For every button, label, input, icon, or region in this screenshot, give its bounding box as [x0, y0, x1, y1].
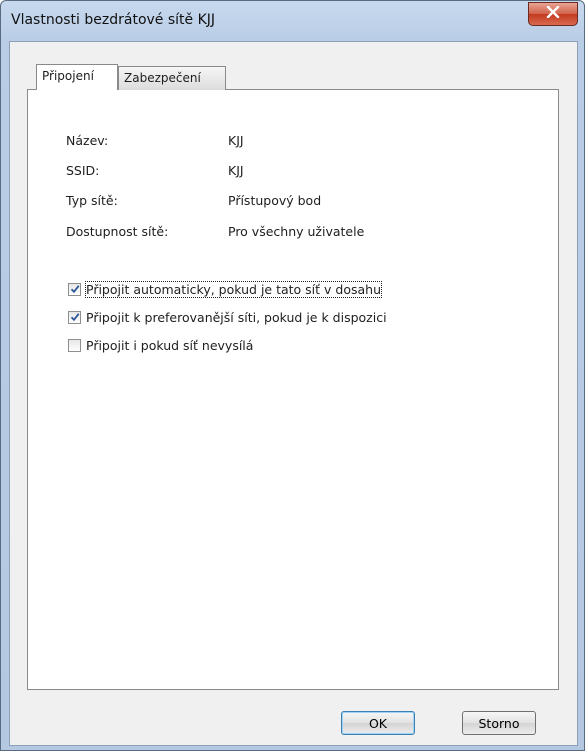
- checkmark-icon: [70, 285, 79, 294]
- connect-preferred-option[interactable]: Připojit k preferovanější síti, pokud je…: [68, 308, 387, 326]
- connect-automatically-checkbox[interactable]: [68, 282, 81, 296]
- cancel-button[interactable]: Storno: [462, 711, 536, 735]
- network-type-value: Přístupový bod: [228, 193, 322, 208]
- title-bar[interactable]: Vlastnosti bezdrátové sítě KJJ: [1, 1, 584, 41]
- close-button[interactable]: [528, 2, 578, 26]
- ssid-label: SSID:: [66, 163, 100, 178]
- connect-preferred-label[interactable]: Připojit k preferovanější síti, pokud je…: [86, 310, 387, 325]
- name-value: KJJ: [228, 133, 244, 148]
- tab-pripojeni[interactable]: Připojení: [36, 64, 118, 90]
- availability-value: Pro všechny uživatele: [228, 224, 365, 239]
- tab-label: Zabezpečení: [124, 71, 201, 85]
- connect-hidden-option[interactable]: Připojit i pokud síť nevysílá: [68, 336, 253, 354]
- ok-button[interactable]: OK: [341, 711, 415, 735]
- close-icon: [546, 5, 560, 22]
- dialog-client-area: Připojení Zabezpečení Název: KJJ SSID: K…: [9, 41, 578, 746]
- availability-label: Dostupnost sítě:: [66, 224, 169, 239]
- dialog-window: Vlastnosti bezdrátové sítě KJJ Připojení…: [0, 0, 585, 751]
- connect-preferred-checkbox[interactable]: [68, 310, 81, 324]
- tab-zabezpeceni[interactable]: Zabezpečení: [118, 66, 226, 90]
- connect-hidden-label[interactable]: Připojit i pokud síť nevysílá: [86, 338, 253, 353]
- network-type-label: Typ sítě:: [66, 193, 118, 208]
- tab-label: Připojení: [42, 69, 94, 83]
- connect-automatically-label[interactable]: Připojit automaticky, pokud je tato síť …: [84, 280, 383, 298]
- name-label: Název:: [66, 133, 109, 148]
- ssid-value: KJJ: [228, 163, 244, 178]
- checkmark-icon: [70, 313, 79, 322]
- window-title: Vlastnosti bezdrátové sítě KJJ: [11, 12, 216, 28]
- connect-hidden-checkbox[interactable]: [68, 338, 81, 352]
- connect-automatically-option[interactable]: Připojit automaticky, pokud je tato síť …: [68, 280, 383, 298]
- tab-panel: Název: KJJ SSID: KJJ Typ sítě: Přístupov…: [27, 89, 559, 690]
